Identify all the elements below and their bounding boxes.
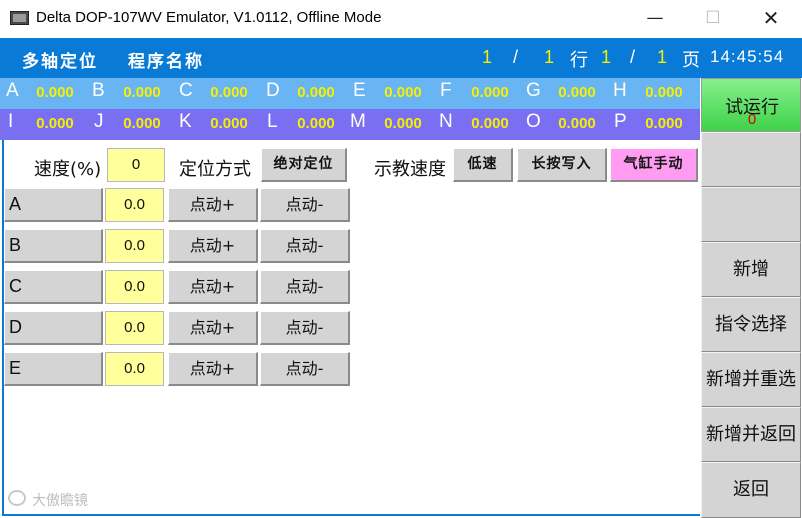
window-title: Delta DOP-107WV Emulator, V1.0112, Offli… xyxy=(36,9,382,26)
jog-minus-button[interactable]: 点动- xyxy=(260,188,350,222)
maximize-button[interactable]: ☐ xyxy=(690,0,736,38)
page-separator: / xyxy=(630,47,636,67)
positioning-mode-button[interactable]: 绝对定位 xyxy=(261,148,347,182)
page-unit: 页 xyxy=(682,50,700,71)
add-new-button[interactable]: 新增 xyxy=(701,242,801,297)
axis-value: 0.000 xyxy=(471,115,509,132)
jog-plus-button[interactable]: 点动+ xyxy=(168,188,258,222)
add-and-reselect-button[interactable]: 新增并重选 xyxy=(701,352,801,407)
axis-label: N xyxy=(439,111,453,132)
axis-value: 0.000 xyxy=(558,115,596,132)
axis-value: 0.000 xyxy=(558,84,596,101)
page-current: 1 xyxy=(601,47,612,67)
axis-value: 0.000 xyxy=(645,84,683,101)
trial-run-button[interactable]: 试运行 0 xyxy=(701,78,801,132)
axis-select-button[interactable]: D xyxy=(4,311,103,345)
teach-speed-button[interactable]: 低速 xyxy=(453,148,513,182)
watermark-logo-icon xyxy=(8,490,26,506)
title-bar: Delta DOP-107WV Emulator, V1.0112, Offli… xyxy=(0,0,802,38)
app-icon xyxy=(10,11,29,25)
close-button[interactable]: ✕ xyxy=(748,0,794,38)
jog-minus-button[interactable]: 点动- xyxy=(260,311,350,345)
axis-value: 0.000 xyxy=(297,115,335,132)
axis-label: J xyxy=(94,111,104,132)
axis-label: B xyxy=(92,80,105,101)
jog-plus-button[interactable]: 点动+ xyxy=(168,229,258,263)
axis-select-button[interactable]: A xyxy=(4,188,103,222)
watermark-text: 大傲瞻镜 xyxy=(32,493,88,509)
axis-label: M xyxy=(350,111,366,132)
program-name-label: 程序名称 xyxy=(128,52,204,72)
axis-values-row-1: A 0.000 B 0.000 C 0.000 D 0.000 E 0.000 … xyxy=(0,78,700,109)
axis-value: 0.000 xyxy=(36,84,74,101)
axis-value: 0.000 xyxy=(123,84,161,101)
positioning-mode-label: 定位方式 xyxy=(179,159,251,180)
axis-value: 0.000 xyxy=(36,115,74,132)
trial-run-count: 0 xyxy=(747,111,757,128)
axis-label: H xyxy=(613,80,627,101)
jog-plus-button[interactable]: 点动+ xyxy=(168,270,258,304)
row-unit: 行 xyxy=(570,50,588,71)
speed-input[interactable]: 0 xyxy=(107,148,165,182)
add-and-return-button[interactable]: 新增并返回 xyxy=(701,407,801,462)
axis-value: 0.000 xyxy=(384,115,422,132)
watermark: 大傲瞻镜 xyxy=(8,490,88,510)
cylinder-manual-button[interactable]: 气缸手动 xyxy=(610,148,698,182)
back-button[interactable]: 返回 xyxy=(701,462,801,518)
axis-value: 0.000 xyxy=(471,84,509,101)
command-select-button[interactable]: 指令选择 xyxy=(701,297,801,352)
axis-label: G xyxy=(526,80,541,101)
minimize-button[interactable]: — xyxy=(632,0,678,38)
axis-value: 0.000 xyxy=(384,84,422,101)
axis-select-button[interactable]: C xyxy=(4,270,103,304)
axis-value-input[interactable]: 0.0 xyxy=(105,229,164,263)
axis-label: F xyxy=(440,80,452,101)
clock: 14:45:54 xyxy=(710,47,785,66)
sidebar-blank-button-2[interactable] xyxy=(701,187,801,242)
jog-minus-button[interactable]: 点动- xyxy=(260,229,350,263)
axis-label: C xyxy=(179,80,193,101)
axis-value-input[interactable]: 0.0 xyxy=(105,188,164,222)
speed-label: 速度(%) xyxy=(34,159,102,180)
header-bar: 多轴定位 程序名称 1 / 1 行 1 / 1 页 14:45:54 xyxy=(0,38,802,78)
multiaxis-label: 多轴定位 xyxy=(22,52,98,72)
jog-plus-button[interactable]: 点动+ xyxy=(168,311,258,345)
axis-label: P xyxy=(614,111,627,132)
axis-label: E xyxy=(353,80,366,101)
axis-value: 0.000 xyxy=(297,84,335,101)
jog-plus-button[interactable]: 点动+ xyxy=(168,352,258,386)
long-press-write-button[interactable]: 长按写入 xyxy=(517,148,607,182)
main-panel: 速度(%) 0 定位方式 绝对定位 示教速度 低速 长按写入 气缸手动 A 0.… xyxy=(2,140,700,516)
axis-value: 0.000 xyxy=(645,115,683,132)
page-total: 1 xyxy=(657,47,668,67)
axis-value: 0.000 xyxy=(210,84,248,101)
axis-label: L xyxy=(267,111,278,132)
axis-label: A xyxy=(6,80,19,101)
teach-speed-label: 示教速度 xyxy=(374,159,446,180)
jog-minus-button[interactable]: 点动- xyxy=(260,352,350,386)
axis-values-row-2: I 0.000 J 0.000 K 0.000 L 0.000 M 0.000 … xyxy=(0,109,700,140)
axis-label: O xyxy=(526,111,541,132)
axis-value-input[interactable]: 0.0 xyxy=(105,352,164,386)
axis-select-button[interactable]: B xyxy=(4,229,103,263)
axis-value-input[interactable]: 0.0 xyxy=(105,311,164,345)
jog-minus-button[interactable]: 点动- xyxy=(260,270,350,304)
axis-select-button[interactable]: E xyxy=(4,352,103,386)
axis-value-input[interactable]: 0.0 xyxy=(105,270,164,304)
axis-label: K xyxy=(179,111,192,132)
row-current: 1 xyxy=(482,47,493,67)
axis-value: 0.000 xyxy=(210,115,248,132)
axis-value: 0.000 xyxy=(123,115,161,132)
row-total: 1 xyxy=(544,47,555,67)
axis-label: D xyxy=(266,80,280,101)
sidebar-blank-button-1[interactable] xyxy=(701,132,801,187)
row-separator: / xyxy=(513,47,519,67)
